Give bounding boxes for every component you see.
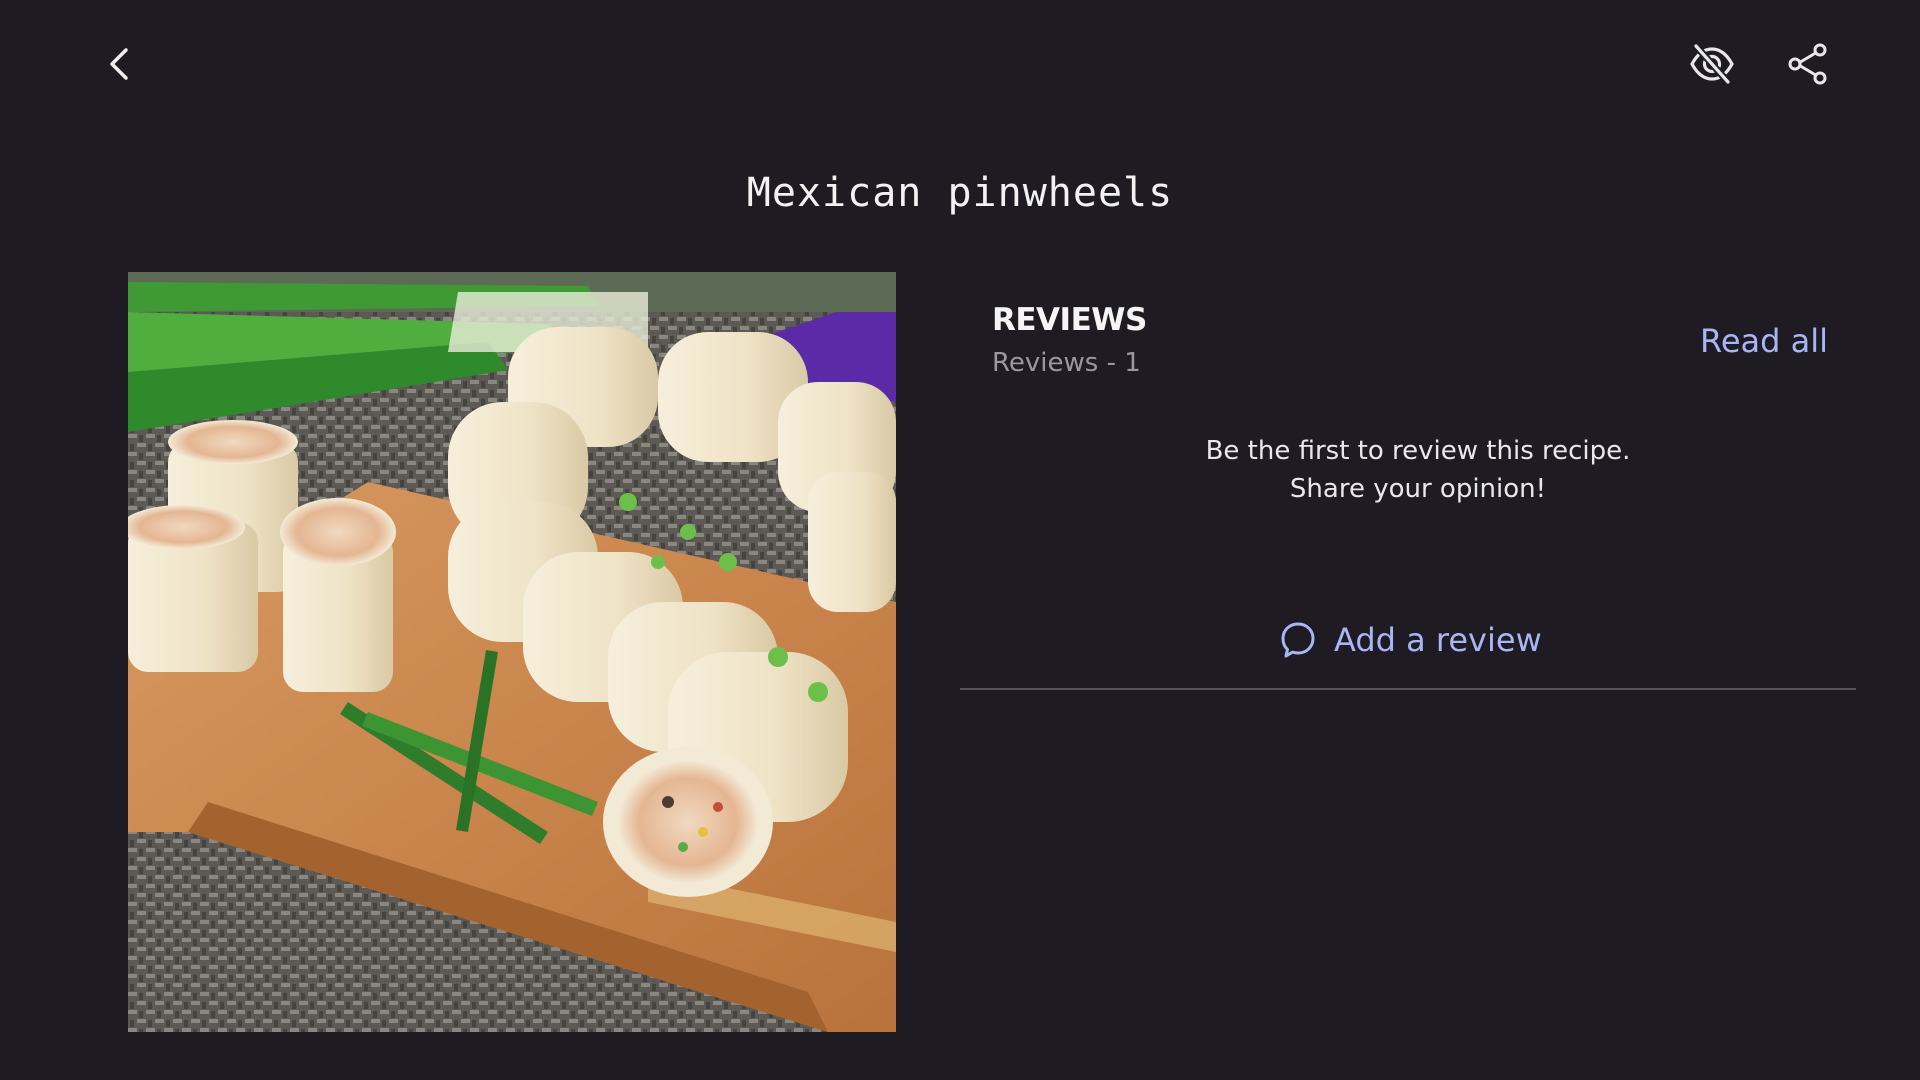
divider [960, 688, 1856, 690]
reviews-count: Reviews - 1 [992, 348, 1141, 378]
add-review-label: Add a review [1334, 621, 1542, 659]
recipe-photo [128, 272, 896, 1032]
eye-off-icon [1690, 42, 1734, 86]
hide-recipe-button[interactable] [1680, 32, 1744, 96]
back-button[interactable] [88, 32, 152, 96]
add-review-button[interactable]: Add a review [1278, 616, 1542, 664]
reviews-panel: REVIEWS Reviews - 1 Read all Be the firs… [960, 272, 1856, 690]
read-all-link[interactable]: Read all [1700, 322, 1828, 360]
empty-reviews-message: Be the first to review this recipe. Shar… [1205, 436, 1631, 504]
share-icon [1788, 43, 1827, 85]
chevron-left-icon [110, 48, 128, 80]
recipe-title: Mexican pinwheels [746, 170, 1174, 216]
reviews-heading: REVIEWS [992, 302, 1147, 338]
share-button[interactable] [1776, 32, 1840, 96]
comment-bubble-icon [1278, 620, 1318, 660]
